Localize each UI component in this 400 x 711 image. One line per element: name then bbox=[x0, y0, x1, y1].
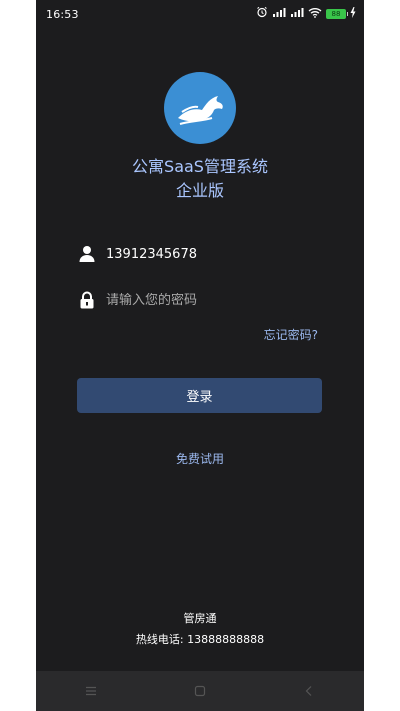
forgot-password-link[interactable]: 忘记密码? bbox=[264, 326, 318, 343]
password-input[interactable] bbox=[106, 292, 326, 308]
status-bar: 16:53 88 bbox=[36, 0, 364, 28]
status-time: 16:53 bbox=[46, 8, 79, 21]
battery-indicator: 88 bbox=[326, 8, 348, 19]
charging-icon bbox=[350, 6, 356, 21]
company-name: 管房通 bbox=[183, 612, 217, 625]
password-field[interactable] bbox=[76, 284, 326, 316]
horse-logo-icon bbox=[164, 72, 236, 144]
app-edition: 企业版 bbox=[175, 181, 224, 200]
wifi-icon bbox=[308, 7, 322, 21]
phone-screen: 16:53 88 公寓SaaS管理系统 企业版 13912345678 忘记密码… bbox=[36, 0, 364, 711]
hotline-text: 热线电话: 13888888888 bbox=[135, 633, 265, 646]
navigation-bar bbox=[36, 671, 364, 711]
status-icons: 88 bbox=[256, 6, 356, 21]
lock-icon bbox=[76, 289, 98, 311]
phone-input[interactable] bbox=[106, 246, 326, 262]
login-button[interactable]: 登录 bbox=[77, 378, 322, 413]
app-title: 公寓SaaS管理系统 bbox=[132, 157, 268, 176]
home-icon[interactable] bbox=[180, 676, 220, 706]
signal-icon-2 bbox=[290, 7, 304, 21]
free-trial-link[interactable]: 免费试用 bbox=[36, 450, 364, 467]
alarm-clock-icon bbox=[256, 6, 268, 21]
phone-field[interactable] bbox=[76, 238, 326, 270]
signal-icon bbox=[272, 7, 286, 21]
back-icon[interactable] bbox=[289, 676, 329, 706]
menu-icon[interactable] bbox=[71, 676, 111, 706]
user-icon bbox=[76, 243, 98, 265]
